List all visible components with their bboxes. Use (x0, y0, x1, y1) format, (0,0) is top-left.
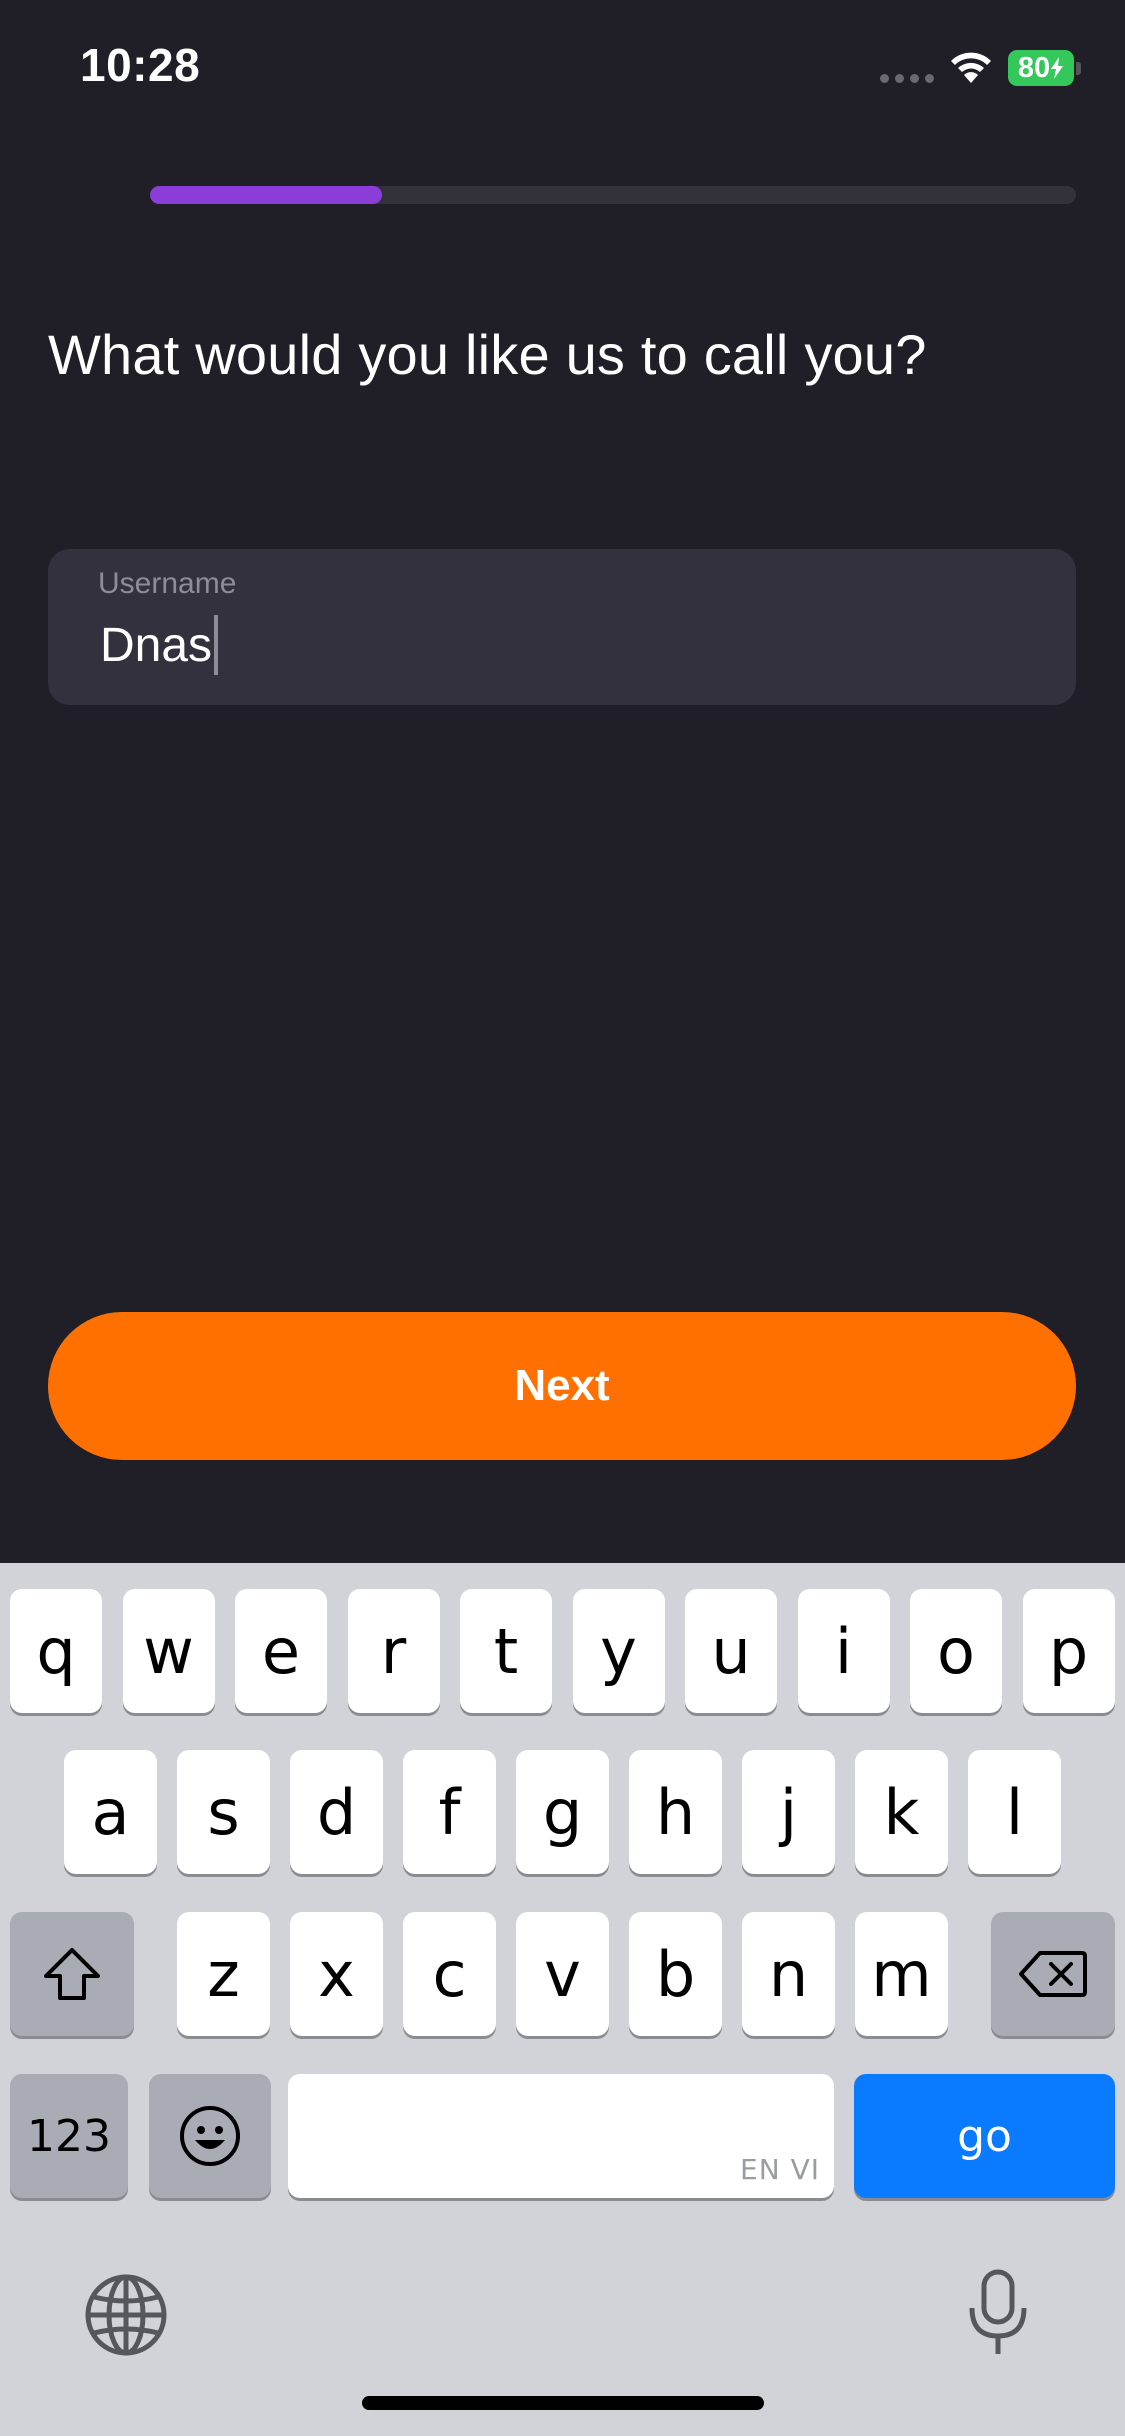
space-key[interactable]: EN VI (288, 2074, 834, 2198)
wifi-icon (951, 52, 991, 83)
progress-fill (150, 186, 382, 204)
key-e[interactable]: e (235, 1589, 327, 1713)
key-x[interactable]: x (290, 1912, 383, 2036)
next-button[interactable]: Next (48, 1312, 1076, 1460)
battery-level: 80 (1017, 51, 1051, 84)
key-b[interactable]: b (629, 1912, 722, 2036)
numbers-key[interactable]: 123 (10, 2074, 128, 2198)
key-i[interactable]: i (797, 1589, 890, 1713)
username-input[interactable]: Dnas (100, 615, 219, 675)
globe-icon[interactable] (84, 2273, 168, 2357)
cellular-signal-icon (880, 74, 936, 84)
go-key[interactable]: go (854, 2074, 1115, 2198)
username-value: Dnas (100, 618, 213, 672)
key-r[interactable]: r (347, 1589, 440, 1713)
charging-bolt-icon (1051, 57, 1064, 79)
backspace-icon (1019, 1951, 1087, 1997)
status-bar: 10:28 80 (0, 0, 1125, 140)
key-t[interactable]: t (460, 1589, 552, 1713)
key-u[interactable]: u (685, 1589, 777, 1713)
key-v[interactable]: v (516, 1912, 609, 2036)
status-time: 10:28 (80, 39, 201, 91)
space-language-label: EN VI (740, 2153, 820, 2186)
key-p[interactable]: p (1022, 1589, 1115, 1713)
username-label: Username (98, 567, 237, 600)
emoji-icon (180, 2106, 240, 2166)
page-title: What would you like us to call you? (48, 323, 927, 386)
shift-icon (44, 1948, 100, 2000)
key-f[interactable]: f (403, 1750, 496, 1874)
key-n[interactable]: n (742, 1912, 835, 2036)
key-m[interactable]: m (855, 1912, 948, 2036)
key-k[interactable]: k (855, 1750, 948, 1874)
key-s[interactable]: s (177, 1750, 270, 1874)
microphone-icon[interactable] (964, 2268, 1032, 2358)
key-o[interactable]: o (910, 1589, 1002, 1713)
key-j[interactable]: j (742, 1750, 835, 1874)
key-w[interactable]: w (122, 1589, 215, 1713)
key-l[interactable]: l (968, 1750, 1061, 1874)
key-g[interactable]: g (516, 1750, 609, 1874)
key-c[interactable]: c (403, 1912, 496, 2036)
username-field[interactable]: Username Dnas (48, 549, 1076, 705)
battery-icon: 80 (1008, 50, 1074, 86)
key-a[interactable]: a (64, 1750, 157, 1874)
shift-key[interactable] (10, 1912, 134, 2036)
key-h[interactable]: h (629, 1750, 722, 1874)
battery-cap (1076, 62, 1081, 75)
onboarding-progress-bar (150, 186, 1076, 204)
key-q[interactable]: q (10, 1589, 102, 1713)
key-z[interactable]: z (177, 1912, 270, 2036)
home-indicator (362, 2396, 764, 2410)
key-y[interactable]: y (572, 1589, 665, 1713)
text-caret (214, 615, 219, 675)
key-d[interactable]: d (290, 1750, 383, 1874)
emoji-key[interactable] (149, 2074, 271, 2198)
backspace-key[interactable] (991, 1912, 1115, 2036)
